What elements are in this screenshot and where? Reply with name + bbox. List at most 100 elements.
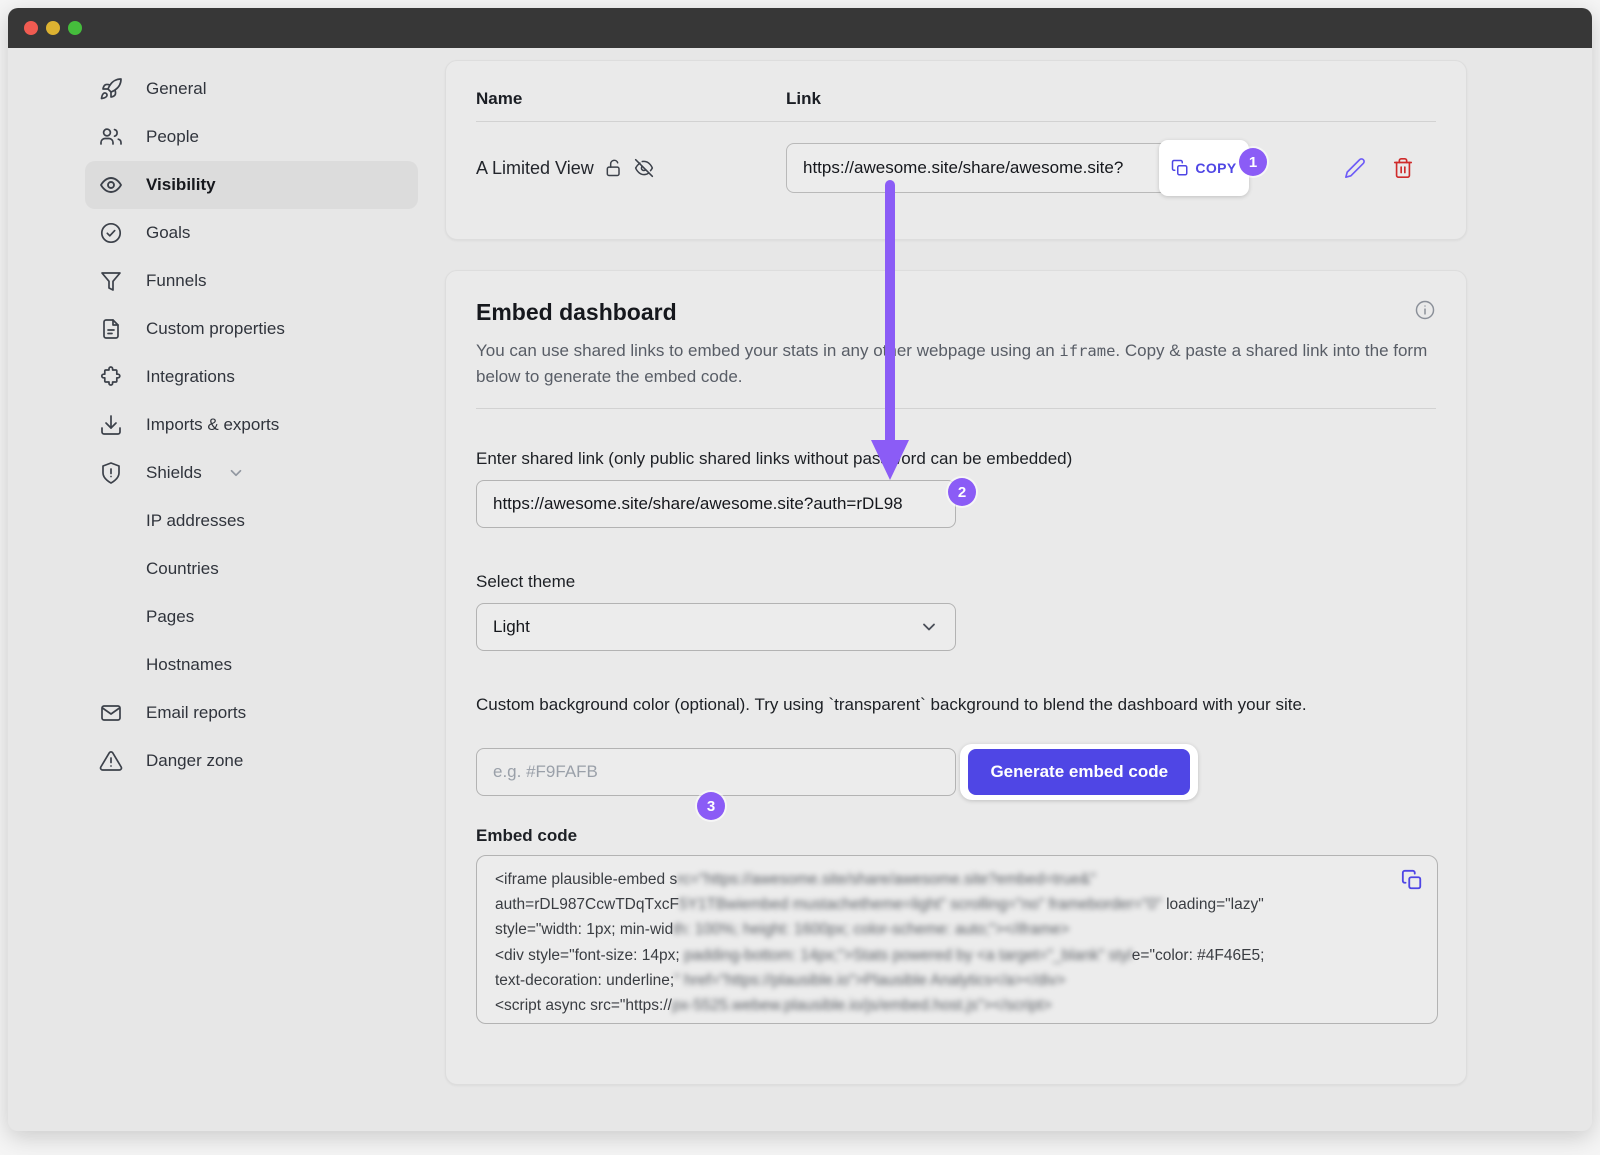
zoom-window-button[interactable]	[68, 21, 82, 35]
sidebar-item-countries[interactable]: Countries	[85, 545, 418, 593]
column-header-link: Link	[786, 89, 821, 109]
step-badge-1: 1	[1239, 148, 1267, 176]
sidebar-item-goals[interactable]: Goals	[85, 209, 418, 257]
code-text: <iframe plausible-embed s	[495, 871, 677, 888]
redacted-text: rc="https://awesome.site/share/awesome.s…	[677, 871, 1096, 888]
page-content: General People Visibility Goals	[8, 48, 1592, 1131]
sidebar-item-label: IP addresses	[146, 511, 245, 531]
code-text: <script async src="https://	[495, 997, 672, 1014]
shared-link-url-input[interactable]	[786, 143, 1173, 193]
sidebar-item-integrations[interactable]: Integrations	[85, 353, 418, 401]
redacted-text: 5Y1TBwiembed mustachetheme=light" scroll…	[679, 896, 1162, 913]
info-icon[interactable]	[1414, 299, 1436, 321]
embed-card-description: You can use shared links to embed your s…	[476, 338, 1434, 390]
code-line: style="width: 1px; min-width: 100%; heig…	[495, 917, 1397, 942]
embed-code-label: Embed code	[476, 826, 1436, 846]
eye-off-icon	[634, 158, 654, 178]
annotation-arrow-shaft	[885, 180, 895, 442]
embed-card-title: Embed dashboard	[476, 299, 677, 326]
redacted-text: px-5525.webew.plausible.io/js/embed.host…	[672, 997, 1052, 1014]
code-line: <div style="font-size: 14px; padding-bot…	[495, 943, 1397, 968]
code-text: style="width: 1px; min-wid	[495, 921, 673, 938]
minimize-window-button[interactable]	[46, 21, 60, 35]
sidebar-item-label: Countries	[146, 559, 219, 579]
shared-link-name-cell: A Limited View	[476, 158, 786, 179]
users-icon	[99, 125, 123, 149]
column-header-name: Name	[476, 89, 786, 109]
generate-button-highlight: Generate embed code	[960, 744, 1198, 800]
sidebar-item-label: Pages	[146, 607, 194, 627]
sidebar-item-shields[interactable]: Shields	[85, 449, 418, 497]
sidebar-item-visibility[interactable]: Visibility	[85, 161, 418, 209]
sidebar-item-label: Email reports	[146, 703, 246, 723]
code-text: auth=rDL987CcwTDqTxcF	[495, 896, 679, 913]
puzzle-icon	[99, 365, 123, 389]
sidebar-item-label: Integrations	[146, 367, 235, 387]
code-text: <div style="font-size: 14px;	[495, 947, 680, 964]
code-line: auth=rDL987CcwTDqTxcF5Y1TBwiembed mustac…	[495, 892, 1397, 917]
window-titlebar	[8, 8, 1592, 48]
sidebar-item-label: Danger zone	[146, 751, 243, 771]
sidebar-item-funnels[interactable]: Funnels	[85, 257, 418, 305]
step-badge-3: 3	[697, 792, 725, 820]
sidebar-item-label: Goals	[146, 223, 190, 243]
sidebar-item-label: People	[146, 127, 199, 147]
shared-link-field: COPY	[786, 140, 1256, 196]
sidebar-item-custom-properties[interactable]: Custom properties	[85, 305, 418, 353]
sidebar-item-general[interactable]: General	[85, 65, 418, 113]
edit-icon[interactable]	[1344, 157, 1366, 179]
sidebar-item-label: Funnels	[146, 271, 206, 291]
section-divider	[476, 408, 1436, 409]
description-text: You can use shared links to embed your s…	[476, 341, 1059, 360]
chevron-down-icon	[227, 464, 245, 482]
shared-links-card: Name Link A Limited View	[445, 60, 1467, 240]
shield-icon	[99, 461, 123, 485]
sidebar-item-label: Shields	[146, 463, 202, 483]
document-icon	[99, 317, 123, 341]
embed-shared-link-input[interactable]	[476, 480, 956, 528]
copy-icon	[1171, 159, 1189, 177]
eye-icon	[99, 173, 123, 197]
chevron-down-icon	[919, 617, 939, 637]
rocket-icon	[99, 77, 123, 101]
background-color-label: Custom background color (optional). Try …	[476, 695, 1436, 715]
embed-code-textarea[interactable]: <iframe plausible-embed src="https://awe…	[476, 855, 1438, 1024]
redacted-text: th: 100%; height: 1600px; color-scheme: …	[673, 921, 1069, 938]
copy-link-button[interactable]: COPY	[1159, 140, 1249, 196]
copy-embed-code-icon[interactable]	[1401, 869, 1423, 891]
main-panel: Name Link A Limited View	[445, 48, 1467, 1131]
sidebar-item-hostnames[interactable]: Hostnames	[85, 641, 418, 689]
check-circle-icon	[99, 221, 123, 245]
app-window: General People Visibility Goals	[8, 8, 1592, 1131]
code-text: loading="lazy"	[1162, 896, 1264, 913]
shared-link-input-label: Enter shared link (only public shared li…	[476, 449, 1436, 469]
sidebar-item-label: General	[146, 79, 206, 99]
code-text: text-decoration: underline;	[495, 972, 674, 989]
theme-select[interactable]: Light	[476, 603, 956, 651]
step-badge-2: 2	[948, 478, 976, 506]
funnel-icon	[99, 269, 123, 293]
sidebar-item-people[interactable]: People	[85, 113, 418, 161]
code-line: text-decoration: underline;" href="https…	[495, 968, 1397, 993]
download-icon	[99, 413, 123, 437]
sidebar-item-imports-exports[interactable]: Imports & exports	[85, 401, 418, 449]
sidebar-item-label: Imports & exports	[146, 415, 279, 435]
delete-icon[interactable]	[1392, 157, 1414, 179]
unlock-icon	[604, 158, 624, 178]
close-window-button[interactable]	[24, 21, 38, 35]
mail-icon	[99, 701, 123, 725]
sidebar-item-pages[interactable]: Pages	[85, 593, 418, 641]
sidebar-item-danger-zone[interactable]: Danger zone	[85, 737, 418, 785]
theme-selected-value: Light	[493, 617, 530, 637]
sidebar-item-email-reports[interactable]: Email reports	[85, 689, 418, 737]
sidebar-item-label: Visibility	[146, 175, 216, 195]
sidebar-item-ip-addresses[interactable]: IP addresses	[85, 497, 418, 545]
background-color-input[interactable]	[476, 748, 956, 796]
embed-dashboard-card: Embed dashboard You can use shared links…	[445, 270, 1467, 1085]
shared-link-name: A Limited View	[476, 158, 594, 179]
code-line: <script async src="https://px-5525.webew…	[495, 993, 1397, 1018]
row-actions	[1344, 157, 1436, 179]
redacted-text: padding-bottom: 14px;">Stats powered by …	[680, 947, 1132, 964]
warning-icon	[99, 749, 123, 773]
generate-embed-code-button[interactable]: Generate embed code	[968, 749, 1190, 795]
